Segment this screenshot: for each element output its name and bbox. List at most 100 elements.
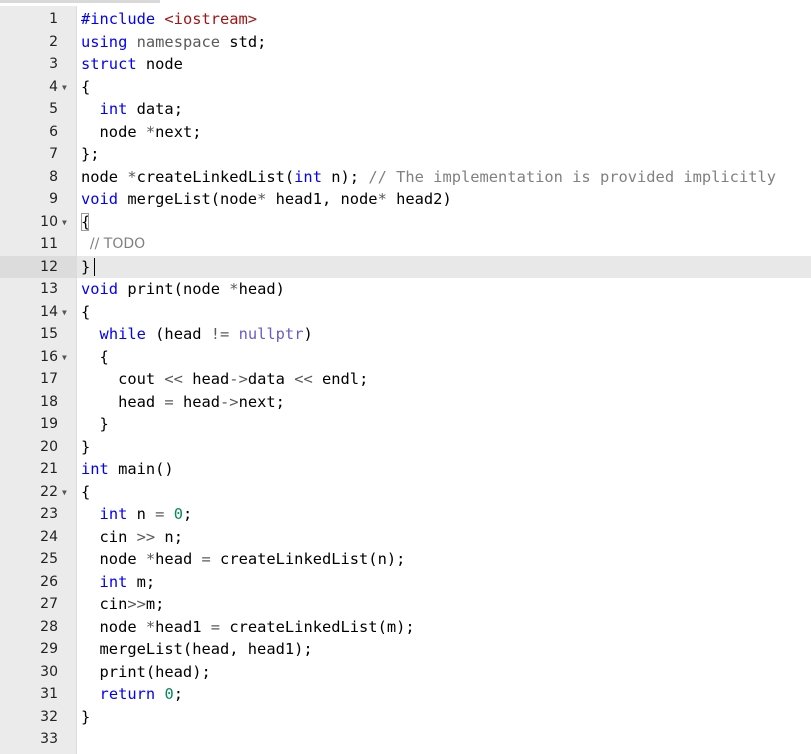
code-line-text: }: [81, 413, 109, 436]
line-number: 23: [0, 503, 58, 526]
code-line[interactable]: 7};: [0, 143, 811, 166]
line-number: 1: [0, 8, 58, 31]
line-number: 7: [0, 143, 58, 166]
line-number: 18: [0, 391, 58, 414]
code-line-text: // TODO: [81, 233, 145, 256]
code-token: {: [81, 348, 109, 366]
code-line[interactable]: 16▼ {: [0, 346, 811, 369]
code-token: <<: [164, 370, 183, 388]
code-line[interactable]: 19 }: [0, 413, 811, 436]
code-line[interactable]: 6 node *next;: [0, 121, 811, 144]
code-token: ;: [183, 505, 192, 523]
code-line[interactable]: 28 node *head1 = createLinkedList(m);: [0, 616, 811, 639]
code-token: head: [155, 550, 201, 568]
line-number: 14: [0, 301, 58, 324]
code-token: int: [81, 460, 109, 478]
code-token: }: [81, 708, 90, 726]
code-token: node: [81, 123, 146, 141]
code-line[interactable]: 11 // TODO: [0, 233, 811, 256]
code-token: endl;: [313, 370, 369, 388]
line-number: 25: [0, 548, 58, 571]
code-token: void: [81, 280, 118, 298]
code-token: head1, node: [266, 190, 377, 208]
code-line[interactable]: 13void print(node *head): [0, 278, 811, 301]
code-line[interactable]: 31 return 0;: [0, 683, 811, 706]
code-line[interactable]: 15 while (head != nullptr): [0, 323, 811, 346]
code-token: head2): [387, 190, 452, 208]
code-line-text: cin>>m;: [81, 593, 164, 616]
fold-toggle-icon[interactable]: ▼: [62, 301, 74, 324]
code-line-text: using namespace std;: [81, 31, 266, 54]
code-token: >>: [127, 595, 146, 613]
code-token: ->: [229, 370, 248, 388]
code-token: print(head);: [81, 663, 211, 681]
code-token: mergeList(head, head1);: [81, 640, 313, 658]
code-token: head: [81, 393, 164, 411]
code-token: [81, 505, 100, 523]
code-line[interactable]: 9void mergeList(node* head1, node* head2…: [0, 188, 811, 211]
code-token: *: [378, 190, 387, 208]
line-number: 2: [0, 31, 58, 54]
code-token: main(): [109, 460, 174, 478]
code-line[interactable]: 30 print(head);: [0, 661, 811, 684]
line-number: 24: [0, 526, 58, 549]
fold-toggle-icon[interactable]: ▼: [62, 211, 74, 234]
fold-toggle-icon[interactable]: ▼: [62, 346, 74, 369]
code-line[interactable]: 8node *createLinkedList(int n); // The i…: [0, 166, 811, 189]
code-line[interactable]: 27 cin>>m;: [0, 593, 811, 616]
code-token: namespace: [137, 33, 220, 51]
code-token: mergeList(node: [118, 190, 257, 208]
code-line[interactable]: 21int main(): [0, 458, 811, 481]
code-line[interactable]: 4▼{: [0, 76, 811, 99]
code-token: cin: [81, 595, 127, 613]
code-token: m;: [146, 595, 165, 613]
code-line[interactable]: 25 node *head = createLinkedList(n);: [0, 548, 811, 571]
code-line-text: node *head = createLinkedList(n);: [81, 548, 405, 571]
code-line-text: node *head1 = createLinkedList(m);: [81, 616, 415, 639]
code-line-text: {: [81, 346, 109, 369]
code-line[interactable]: 12}: [0, 256, 811, 279]
code-line[interactable]: 29 mergeList(head, head1);: [0, 638, 811, 661]
code-token: data;: [127, 100, 183, 118]
code-token: [229, 325, 238, 343]
code-line[interactable]: 33: [0, 728, 811, 751]
code-line[interactable]: 3struct node: [0, 53, 811, 76]
code-line[interactable]: 10▼{: [0, 211, 811, 234]
active-line-highlight: [77, 256, 811, 279]
code-token: using: [81, 33, 127, 51]
code-token: node: [81, 618, 146, 636]
code-token: [127, 33, 136, 51]
line-number: 17: [0, 368, 58, 391]
code-line[interactable]: 14▼{: [0, 301, 811, 324]
code-token: [81, 100, 100, 118]
code-line[interactable]: 24 cin >> n;: [0, 526, 811, 549]
code-token: 0: [164, 685, 173, 703]
line-number: 8: [0, 166, 58, 189]
code-line[interactable]: 20}: [0, 436, 811, 459]
code-token: head): [239, 280, 285, 298]
code-token: int: [100, 505, 128, 523]
code-line-text: return 0;: [81, 683, 183, 706]
bracket-match-highlight: [81, 213, 89, 231]
code-line[interactable]: 22▼{: [0, 481, 811, 504]
code-line[interactable]: 23 int n = 0;: [0, 503, 811, 526]
code-token: !=: [211, 325, 230, 343]
code-token: };: [81, 145, 100, 163]
code-token: {: [81, 483, 90, 501]
code-editor[interactable]: 1#include <iostream>2 using namespace std…: [0, 0, 811, 754]
code-line-text: int n = 0;: [81, 503, 192, 526]
code-line[interactable]: 5 int data;: [0, 98, 811, 121]
line-number: 13: [0, 278, 58, 301]
code-line[interactable]: 2 using namespace std;: [0, 31, 811, 54]
code-token: // TODO: [90, 236, 145, 252]
code-line[interactable]: 17 cout << head->data << endl;: [0, 368, 811, 391]
fold-toggle-icon[interactable]: ▼: [62, 76, 74, 99]
code-line[interactable]: 32}: [0, 706, 811, 729]
line-number: 4: [0, 76, 58, 99]
fold-toggle-icon[interactable]: ▼: [62, 481, 74, 504]
code-token: next;: [155, 123, 201, 141]
code-line[interactable]: 26 int m;: [0, 571, 811, 594]
code-token: struct: [81, 55, 137, 73]
code-line[interactable]: 1#include <iostream>: [0, 8, 811, 31]
code-line[interactable]: 18 head = head->next;: [0, 391, 811, 414]
